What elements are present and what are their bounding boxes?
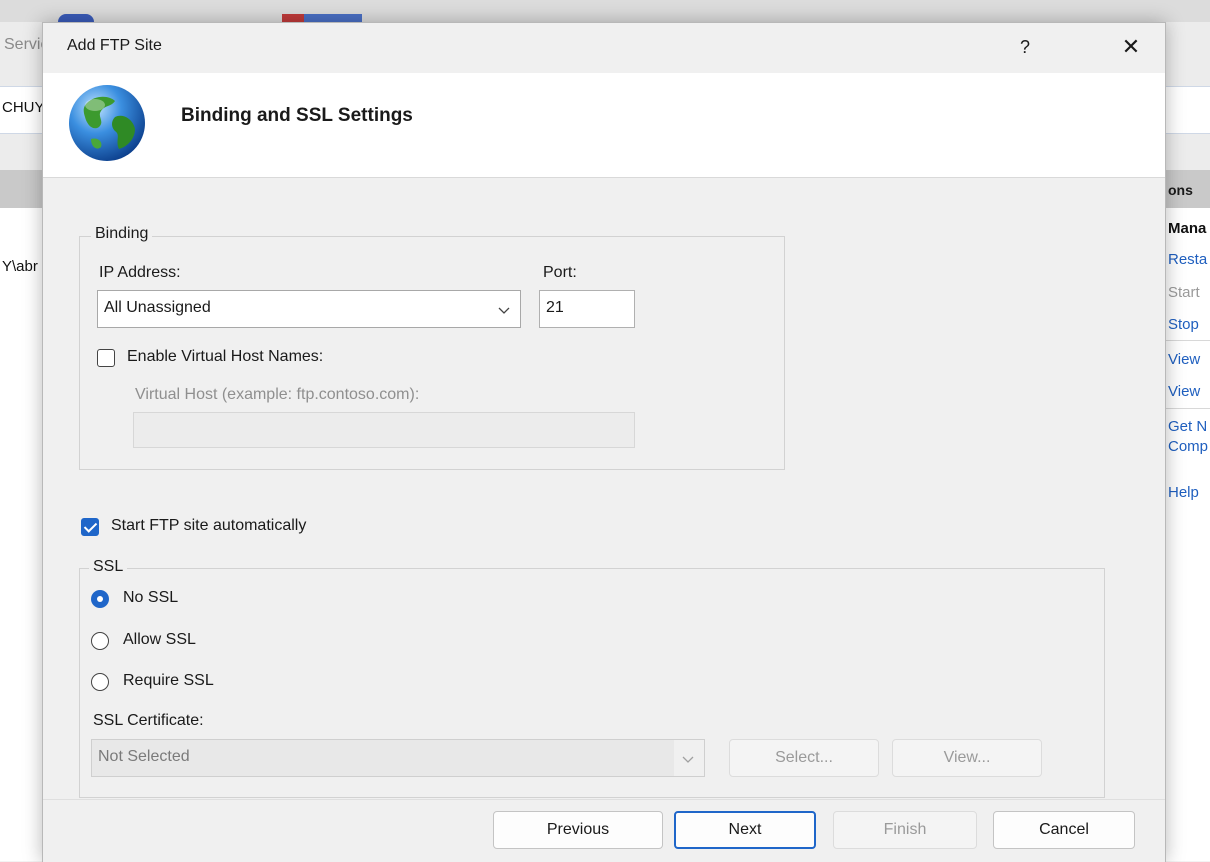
ssl-certificate-label: SSL Certificate: [93, 712, 204, 729]
action-start-link: Start [1168, 284, 1200, 301]
background-address-bar [1164, 86, 1210, 134]
action-help-link[interactable]: Help [1168, 484, 1199, 501]
virtual-host-input[interactable] [133, 412, 635, 448]
port-label: Port: [543, 264, 577, 281]
background-actions-header: ons [1164, 170, 1210, 208]
binding-legend: Binding [91, 225, 153, 243]
ip-address-dropdown[interactable]: All Unassigned [97, 290, 521, 328]
globe-icon [69, 85, 145, 161]
chevron-down-icon [682, 756, 694, 763]
dialog-content: Binding IP Address: All Unassigned Port:… [43, 178, 1165, 798]
action-stop-link[interactable]: Stop [1168, 316, 1199, 333]
wizard-step-title: Binding and SSL Settings [181, 105, 413, 126]
background-list-item: Y\abr [2, 258, 38, 275]
background-app-tab-accent [282, 14, 304, 22]
enable-virtual-host-checkbox[interactable] [97, 349, 115, 367]
action-view-virtual-dirs-link[interactable]: View [1168, 383, 1200, 400]
wizard-banner: Binding and SSL Settings [43, 73, 1165, 178]
virtual-host-label: Virtual Host (example: ftp.contoso.com): [135, 386, 420, 403]
require-ssl-label[interactable]: Require SSL [123, 672, 214, 690]
ip-address-value: All Unassigned [104, 299, 211, 316]
footer-divider [43, 799, 1165, 800]
finish-button[interactable]: Finish [833, 811, 977, 849]
help-button[interactable]: ? [1001, 29, 1049, 65]
action-components-link[interactable]: Comp [1168, 438, 1208, 455]
ssl-legend: SSL [89, 558, 128, 576]
add-ftp-site-dialog: Add FTP Site ? ✕ Binding and SSL Setting… [42, 22, 1166, 862]
port-input[interactable]: 21 [539, 290, 635, 328]
select-certificate-button[interactable]: Select... [729, 739, 879, 777]
close-button[interactable]: ✕ [1107, 29, 1155, 65]
allow-ssl-label[interactable]: Allow SSL [123, 631, 196, 649]
actions-divider [1166, 340, 1210, 341]
action-get-new-components-link[interactable]: Get N [1168, 418, 1207, 435]
next-button[interactable]: Next [674, 811, 816, 849]
previous-button[interactable]: Previous [493, 811, 663, 849]
start-automatically-checkbox[interactable] [81, 518, 99, 536]
background-taskbar [0, 0, 1210, 24]
enable-virtual-host-label[interactable]: Enable Virtual Host Names: [127, 348, 323, 366]
cancel-button[interactable]: Cancel [993, 811, 1135, 849]
view-certificate-button[interactable]: View... [892, 739, 1042, 777]
require-ssl-radio[interactable] [91, 673, 109, 691]
dialog-title: Add FTP Site [67, 37, 162, 54]
no-ssl-label[interactable]: No SSL [123, 589, 178, 607]
background-address-text: CHUY [2, 99, 45, 116]
no-ssl-radio[interactable] [91, 590, 109, 608]
action-manage-heading: Mana [1168, 220, 1207, 237]
chevron-down-icon [498, 307, 510, 314]
ip-address-label: IP Address: [99, 264, 181, 281]
background-actions-title: ons [1168, 182, 1193, 198]
actions-divider [1166, 408, 1210, 409]
dialog-titlebar: Add FTP Site ? ✕ [43, 23, 1165, 73]
background-actions-list: Mana Resta Start Stop View View Get N Co… [1164, 208, 1210, 861]
action-restart-link[interactable]: Resta [1168, 251, 1207, 268]
port-value: 21 [546, 299, 564, 316]
allow-ssl-radio[interactable] [91, 632, 109, 650]
start-automatically-label[interactable]: Start FTP site automatically [111, 517, 306, 535]
background-actions-pane: ons Mana Resta Start Stop View View Get … [1164, 22, 1210, 861]
ssl-certificate-dropdown[interactable]: Not Selected [91, 739, 705, 777]
action-view-applications-link[interactable]: View [1168, 351, 1200, 368]
ssl-certificate-value: Not Selected [98, 748, 190, 765]
